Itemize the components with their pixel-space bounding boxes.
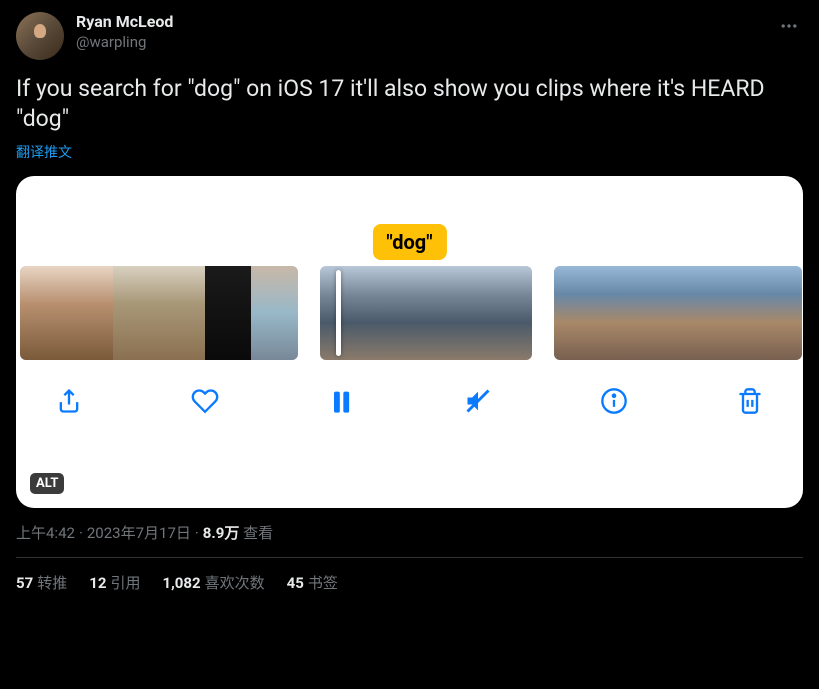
like-button[interactable] <box>188 384 222 418</box>
tweet-text: If you search for "dog" on iOS 17 it'll … <box>16 74 803 134</box>
clip-thumbnail <box>205 266 251 360</box>
likes-stat[interactable]: 1,082 喜欢次数 <box>162 572 264 593</box>
quotes-stat[interactable]: 12引用 <box>89 572 140 593</box>
clip-thumbnail <box>320 266 332 360</box>
video-timeline[interactable] <box>16 266 803 360</box>
media-header-area: "dog" <box>16 176 803 266</box>
more-icon <box>779 16 799 36</box>
tweet-time[interactable]: 上午4:42 <box>16 524 75 542</box>
avatar[interactable] <box>16 12 64 60</box>
user-handle: @warpling <box>76 33 763 53</box>
trash-icon <box>736 387 764 415</box>
views-label: 查看 <box>243 524 273 542</box>
translate-link[interactable]: 翻译推文 <box>16 142 72 162</box>
clip-thumbnail <box>432 266 532 360</box>
share-button[interactable] <box>52 384 86 418</box>
clip-thumbnail <box>595 266 636 360</box>
clip-thumbnail <box>20 266 66 360</box>
bookmarks-label: 书签 <box>308 574 338 592</box>
clip-thumbnail <box>678 266 719 360</box>
more-options-button[interactable] <box>775 12 803 45</box>
heart-icon <box>191 387 219 415</box>
user-info[interactable]: Ryan McLeod @warpling <box>76 12 763 52</box>
clip-thumbnail <box>113 266 159 360</box>
clip-thumbnail <box>637 266 678 360</box>
clip-thumbnail <box>332 266 432 360</box>
media-toolbar <box>16 360 803 418</box>
tweet-meta: 上午4:42·2023年7月17日·8.9万 查看 <box>16 522 803 558</box>
retweets-label: 转推 <box>37 574 67 592</box>
clip-thumbnail <box>760 266 801 360</box>
alt-badge[interactable]: ALT <box>30 473 64 494</box>
search-match-tag: "dog" <box>372 224 446 260</box>
clip-thumbnail <box>719 266 760 360</box>
mute-button[interactable] <box>461 384 495 418</box>
display-name: Ryan McLeod <box>76 12 763 33</box>
tweet-stats: 57转推 12引用 1,082 喜欢次数 45书签 <box>16 558 803 593</box>
tweet-container: Ryan McLeod @warpling If you search for … <box>0 0 819 605</box>
clip-thumbnail <box>159 266 205 360</box>
tweet-header: Ryan McLeod @warpling <box>16 12 803 60</box>
clip-thumbnail <box>251 266 297 360</box>
retweets-stat[interactable]: 57转推 <box>16 572 67 593</box>
info-button[interactable] <box>597 384 631 418</box>
quotes-count: 12 <box>89 574 106 592</box>
retweets-count: 57 <box>16 574 33 592</box>
clip-group-active[interactable] <box>320 266 532 360</box>
bookmarks-count: 45 <box>287 574 304 592</box>
share-icon <box>55 387 83 415</box>
info-icon <box>600 387 628 415</box>
pause-button[interactable] <box>324 384 358 418</box>
likes-count: 1,082 <box>162 574 200 592</box>
views-count[interactable]: 8.9万 <box>203 524 240 542</box>
clip-group[interactable] <box>20 266 298 360</box>
likes-label: 喜欢次数 <box>205 574 265 592</box>
pause-icon <box>327 387 355 415</box>
quotes-label: 引用 <box>110 574 140 592</box>
mute-icon <box>464 387 492 415</box>
playhead[interactable] <box>336 270 341 356</box>
clip-thumbnail <box>66 266 112 360</box>
bookmarks-stat[interactable]: 45书签 <box>287 572 338 593</box>
delete-button[interactable] <box>733 384 767 418</box>
clip-thumbnail <box>554 266 595 360</box>
tweet-date[interactable]: 2023年7月17日 <box>87 524 191 542</box>
media-attachment[interactable]: "dog" <box>16 176 803 508</box>
clip-group[interactable] <box>554 266 802 360</box>
